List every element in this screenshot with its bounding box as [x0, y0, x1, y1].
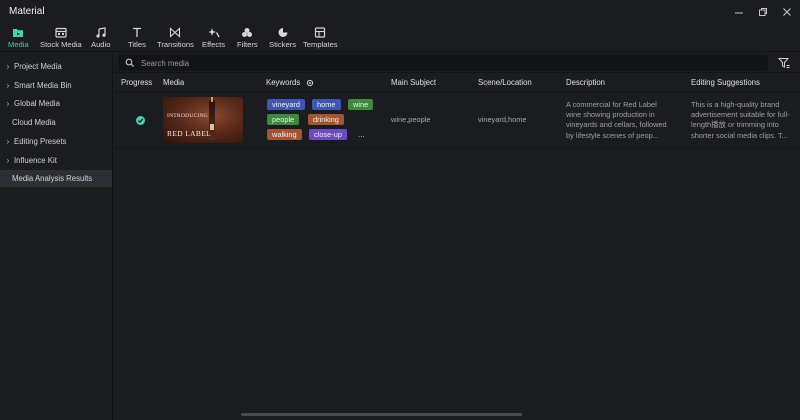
tab-templates-label: Templates: [303, 40, 338, 49]
sidebar-item-cloud-media[interactable]: Cloud Media: [0, 114, 112, 131]
tab-transitions-label: Transitions: [157, 40, 194, 49]
table-row[interactable]: INTRODUCING RED LABEL vineyard home wine…: [114, 94, 800, 149]
keyword-tag[interactable]: close-up: [309, 129, 347, 140]
column-header-keywords[interactable]: Keywords: [266, 78, 314, 87]
media-folder-icon: [12, 27, 24, 38]
sidebar-item-media-analysis-results[interactable]: Media Analysis Results: [0, 170, 112, 187]
sidebar-item-label: Global Media: [14, 99, 60, 108]
sidebar-item-editing-presets[interactable]: › Editing Presets: [0, 133, 112, 150]
tab-audio[interactable]: Audio: [91, 27, 110, 51]
title-bar: Material: [0, 0, 800, 24]
close-button[interactable]: [779, 4, 795, 20]
description-line: wine showing production in: [566, 110, 655, 120]
media-analysis-panel: Progress Media Keywords Main Subject Sce…: [114, 53, 800, 420]
sticker-icon: [277, 27, 289, 38]
keyword-tag[interactable]: people: [267, 114, 300, 125]
column-header-editing-suggestions[interactable]: Editing Suggestions: [691, 78, 760, 87]
description-line: by lifestyle scenes of peop...: [566, 130, 659, 140]
thumbnail-caption-line1: INTRODUCING: [167, 113, 209, 119]
chevron-right-icon: ›: [6, 137, 10, 146]
window-title: Material: [9, 6, 45, 17]
horizontal-scrollbar[interactable]: [241, 413, 522, 416]
tab-stock-media[interactable]: Stock Media: [40, 27, 82, 51]
tab-media-label: Media: [8, 40, 29, 49]
tab-titles[interactable]: Titles: [128, 27, 146, 51]
gear-icon[interactable]: [306, 79, 314, 87]
tab-effects-label: Effects: [202, 40, 226, 49]
sidebar-item-influence-kit[interactable]: › Influence Kit: [0, 152, 112, 169]
stock-media-icon: [55, 27, 67, 38]
keyword-tag[interactable]: wine: [348, 99, 374, 110]
editing-suggestion-line: length播放 or trimming into: [691, 120, 779, 130]
description-line: A commercial for Red Label: [566, 100, 657, 109]
column-header-keywords-label: Keywords: [266, 78, 301, 87]
sidebar: › Project Media › Smart Media Bin › Glob…: [0, 53, 113, 420]
music-note-icon: [95, 27, 107, 38]
search-bar: [118, 55, 768, 71]
minimize-button[interactable]: [731, 4, 747, 20]
filter-funnel-icon: [778, 58, 790, 68]
tab-stickers-label: Stickers: [269, 40, 297, 49]
column-header-description[interactable]: Description: [566, 78, 605, 87]
column-header-main-subject[interactable]: Main Subject: [391, 78, 436, 87]
media-thumbnail[interactable]: INTRODUCING RED LABEL: [163, 97, 243, 143]
tab-effects[interactable]: Effects: [202, 27, 225, 51]
minimize-icon: [735, 12, 743, 14]
table-header: Progress Media Keywords Main Subject Sce…: [114, 72, 800, 93]
column-header-scene-location[interactable]: Scene/Location: [478, 78, 532, 87]
sidebar-item-label: Smart Media Bin: [14, 81, 72, 90]
template-icon: [314, 27, 326, 38]
text-t-icon: [131, 27, 143, 38]
tab-templates[interactable]: Templates: [303, 27, 338, 51]
column-header-media[interactable]: Media: [163, 78, 184, 87]
chevron-right-icon: ›: [6, 99, 10, 108]
chevron-right-icon: ›: [6, 81, 10, 90]
keyword-tag[interactable]: home: [312, 99, 341, 110]
restore-button[interactable]: [755, 4, 771, 20]
sparkle-effects-icon: [208, 27, 220, 38]
tab-titles-label: Titles: [128, 40, 146, 49]
sidebar-item-label: Editing Presets: [14, 137, 67, 146]
tab-audio-label: Audio: [91, 40, 111, 49]
tab-stickers[interactable]: Stickers: [269, 27, 296, 51]
search-input[interactable]: [141, 58, 441, 68]
scene-location-cell: vineyard,home: [478, 115, 527, 124]
sidebar-item-smart-media-bin[interactable]: › Smart Media Bin: [0, 77, 112, 94]
restore-icon: [759, 8, 767, 16]
editing-suggestion-line: This is a high-quality brand: [691, 100, 780, 109]
filter-button[interactable]: [777, 56, 791, 70]
column-header-progress[interactable]: Progress: [121, 78, 152, 87]
search-icon: [125, 58, 135, 68]
media-toolbar: Media Stock Media Audio Titles Transitio…: [0, 24, 800, 52]
tab-transitions[interactable]: Transitions: [157, 27, 194, 51]
sidebar-item-label: Media Analysis Results: [12, 174, 93, 183]
editing-suggestions-cell: This is a high-quality brand advertiseme…: [691, 100, 790, 141]
chevron-right-icon: ›: [6, 156, 10, 165]
editing-suggestion-line: advertisement suitable for full-: [691, 110, 790, 120]
keywords-more-indicator[interactable]: ...: [358, 130, 365, 139]
keyword-tag[interactable]: drinking: [308, 114, 344, 125]
editing-suggestion-line: shorter social media clips. T...: [691, 130, 788, 140]
main-subject-cell: wine,people: [391, 115, 431, 124]
sidebar-item-label: Project Media: [14, 62, 62, 71]
chevron-right-icon: ›: [6, 62, 10, 71]
sidebar-item-project-media[interactable]: › Project Media: [0, 58, 112, 75]
tab-filters-label: Filters: [237, 40, 258, 49]
sidebar-item-global-media[interactable]: › Global Media: [0, 95, 112, 112]
sidebar-item-label: Influence Kit: [14, 156, 57, 165]
thumbnail-caption-line2: RED LABEL: [167, 129, 212, 138]
close-icon: [783, 8, 791, 16]
description-line: vineyards and cellars, followed: [566, 120, 667, 130]
keyword-tag[interactable]: walking: [267, 129, 302, 140]
sidebar-item-label: Cloud Media: [12, 118, 56, 127]
tab-media[interactable]: Media: [8, 27, 29, 51]
circles-filter-icon: [241, 27, 253, 38]
bowtie-transition-icon: [169, 27, 181, 38]
progress-complete-check-icon: [136, 116, 145, 125]
description-cell: A commercial for Red Label wine showing …: [566, 100, 667, 141]
keyword-tag[interactable]: vineyard: [267, 99, 305, 110]
tab-filters[interactable]: Filters: [237, 27, 258, 51]
tab-stock-media-label: Stock Media: [40, 40, 82, 49]
